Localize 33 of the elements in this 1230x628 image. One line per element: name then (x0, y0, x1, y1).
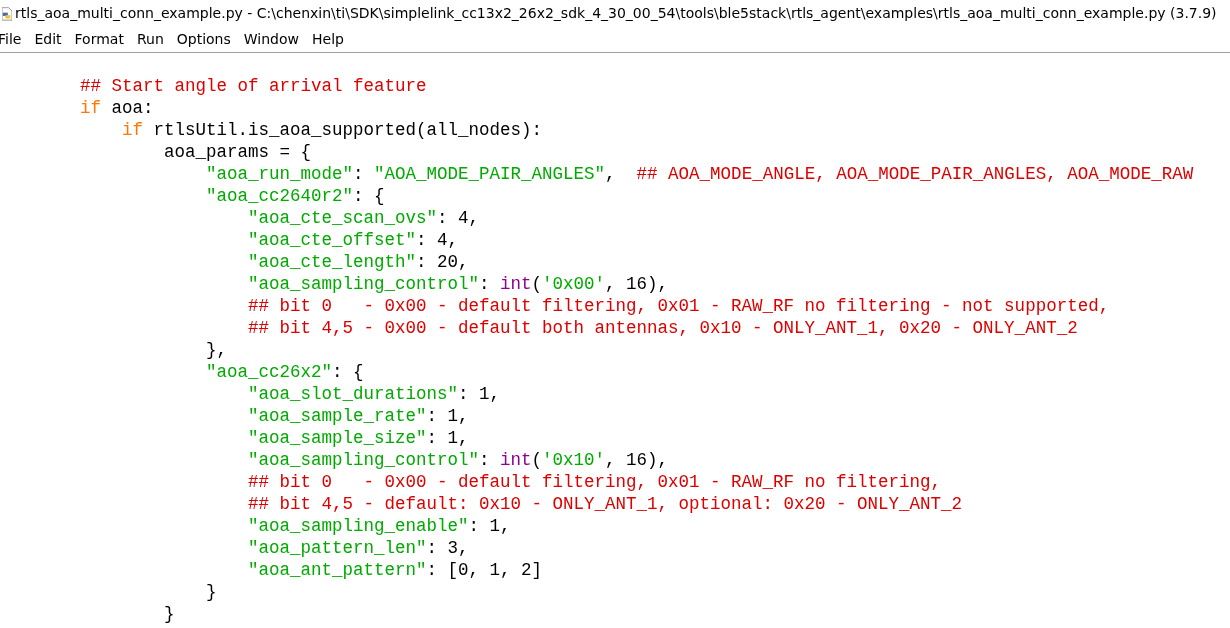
code-line: "aoa_sampling_enable": 1, (248, 515, 511, 537)
code-line: }, (206, 339, 227, 361)
code-line: ## bit 4,5 - default: 0x10 - ONLY_ANT_1, optional: 0x20 - ONLY_ANT_2 (248, 493, 963, 515)
code-line: "aoa_pattern_len": 3, (248, 537, 469, 559)
code-line: aoa_params = { (164, 141, 312, 163)
menu-item[interactable]: Format (74, 30, 124, 48)
code-line: "aoa_ant_pattern": [0, 1, 2] (248, 559, 543, 581)
code-line: "aoa_sample_rate": 1, (248, 405, 469, 427)
menu-item[interactable]: Help (312, 30, 344, 48)
code-line: "aoa_sampling_control": int('0x10', 16), (248, 449, 669, 471)
code-line: if rtlsUtil.is_aoa_supported(all_nodes): (122, 119, 543, 141)
code-line: "aoa_sampling_control": int('0x00', 16), (248, 273, 669, 295)
code-line: "aoa_cte_offset": 4, (248, 229, 459, 251)
code-line: "aoa_sample_size": 1, (248, 427, 469, 449)
menu-item[interactable]: Options (176, 30, 231, 48)
code-line: } (206, 581, 217, 603)
code-line: ## bit 4,5 - 0x00 - default both antennas, 0x10 - ONLY_ANT_1, 0x20 - ONLY_ANT_2 (248, 317, 1078, 339)
code-line: ## bit 0 - 0x00 - default filtering, 0x01 - RAW_RF no filtering - not supported, (248, 295, 1110, 317)
code-line: "aoa_cc26x2": { (206, 361, 364, 383)
menu-item[interactable]: Window (243, 30, 299, 48)
code-line: "aoa_cc2640r2": { (206, 185, 385, 207)
window-title: rtls_aoa_multi_conn_example.py - C:\chenxin\ti\SDK\simplelink_cc13x2_26x2_sdk_4_30_00_54\tools\ble5stack\rtls_agent\examples\rtls_aoa_multi_conn_example.py (3.7.9) (15, 5, 1217, 21)
code-line: if aoa: (80, 97, 154, 119)
code-line: ## Start angle of arrival feature (80, 75, 427, 97)
code-line: "aoa_slot_durations": 1, (248, 383, 501, 405)
code-line: ## bit 0 - 0x00 - default filtering, 0x01 - RAW_RF no filtering, (248, 471, 942, 493)
code-line: } (164, 603, 175, 625)
menu-item[interactable]: Run (136, 30, 164, 48)
menu-item[interactable]: Edit (34, 30, 62, 48)
code-line: "aoa_run_mode": "AOA_MODE_PAIR_ANGLES", ## AOA_MODE_ANGLE, AOA_MODE_PAIR_ANGLES, AOA_MODE_RAW (206, 163, 1194, 185)
menu-item[interactable]: File (0, 30, 22, 48)
code-line: "aoa_cte_scan_ovs": 4, (248, 207, 480, 229)
code-line: "aoa_cte_length": 20, (248, 251, 469, 273)
